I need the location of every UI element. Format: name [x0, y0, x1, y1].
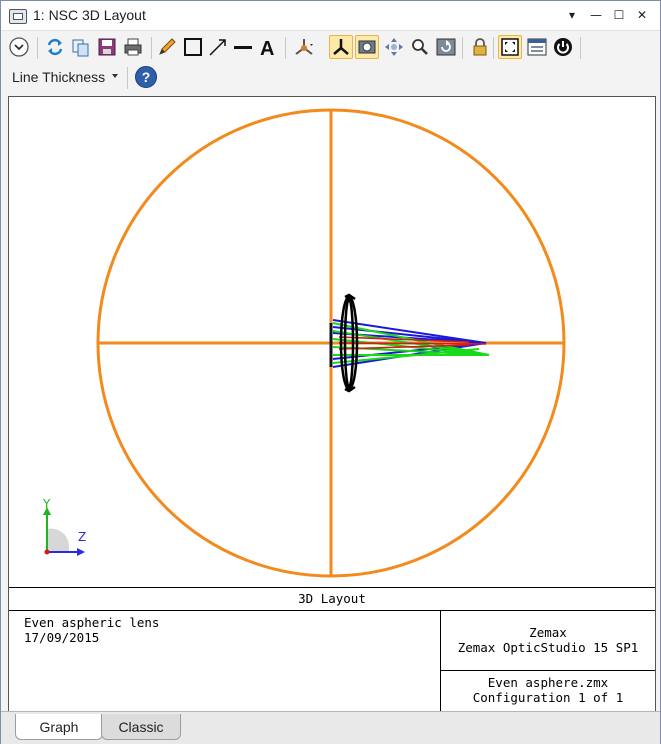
- chevron-down-icon[interactable]: [112, 74, 118, 78]
- rectangle-icon[interactable]: [181, 35, 205, 59]
- reset-view-icon[interactable]: [434, 35, 458, 59]
- toolbar-separator: [462, 37, 463, 59]
- plot-caption: 3D Layout: [9, 587, 655, 611]
- window-app-icon: [9, 9, 27, 24]
- file-name: Even asphere.zmx: [487, 675, 609, 690]
- rotate-icon[interactable]: [292, 35, 316, 59]
- print-icon[interactable]: [121, 35, 145, 59]
- toolbar-separator: [151, 37, 152, 59]
- title-bar: 1: NSC 3D Layout ▾ — ☐ ✕: [1, 1, 660, 31]
- tab-graph[interactable]: Graph: [15, 714, 103, 740]
- lock-icon[interactable]: [468, 35, 492, 59]
- info-company-block: Zemax Zemax OpticStudio 15 SP1: [441, 625, 655, 655]
- fit-icon[interactable]: [498, 35, 522, 59]
- window-menu-button[interactable]: ▾: [561, 6, 583, 24]
- graph-panel: Y Z 3D Layout Even aspheric lens 17/09/2…: [8, 96, 656, 712]
- maximize-button[interactable]: ☐: [608, 6, 630, 24]
- axis-y-label: Y: [43, 497, 51, 511]
- pencil-icon[interactable]: [155, 35, 179, 59]
- info-left-block: Even aspheric lens 17/09/2015: [24, 615, 159, 645]
- line-icon[interactable]: [231, 35, 255, 59]
- window-icon[interactable]: [525, 35, 549, 59]
- expand-icon[interactable]: [7, 35, 31, 59]
- refresh-icon[interactable]: [43, 35, 67, 59]
- company-name: Zemax: [529, 625, 567, 640]
- help-icon[interactable]: ?: [135, 66, 157, 88]
- toolbar-secondary: Line Thickness ?: [1, 63, 660, 93]
- info-file-block: Even asphere.zmx Configuration 1 of 1: [441, 675, 655, 705]
- configuration-label: Configuration 1 of 1: [472, 690, 624, 705]
- toolbar-separator: [285, 37, 286, 59]
- nsc-3d-layout-window: 1: NSC 3D Layout ▾ — ☐ ✕ A Line Thicknes…: [0, 0, 661, 744]
- power-icon[interactable]: [551, 35, 575, 59]
- camera-icon[interactable]: [355, 35, 379, 59]
- info-divider: [440, 670, 655, 671]
- layout-plot: [43, 108, 566, 578]
- toolbar-separator: [37, 37, 38, 59]
- save-icon[interactable]: [95, 35, 119, 59]
- axes-icon[interactable]: [329, 35, 353, 59]
- axis-z-label: Z: [78, 530, 87, 544]
- line-thickness-dropdown[interactable]: Line Thickness: [12, 69, 105, 85]
- software-name: Zemax OpticStudio 15 SP1: [457, 640, 639, 655]
- copy-icon[interactable]: [69, 35, 93, 59]
- arrow-icon[interactable]: [206, 35, 230, 59]
- toolbar-separator: [493, 37, 494, 59]
- pan-icon[interactable]: [382, 35, 406, 59]
- window-title: 1: NSC 3D Layout: [33, 7, 146, 23]
- lens-description: Even aspheric lens: [24, 615, 160, 630]
- toolbar-separator: [580, 37, 581, 59]
- zoom-icon[interactable]: [408, 35, 432, 59]
- minimize-button[interactable]: —: [585, 6, 607, 24]
- report-date: 17/09/2015: [24, 630, 100, 645]
- toolbar-main: A: [1, 31, 660, 63]
- tab-bar: Graph Classic: [1, 711, 660, 744]
- tab-classic[interactable]: Classic: [101, 714, 181, 740]
- svg-text:A: A: [260, 38, 274, 59]
- close-button[interactable]: ✕: [631, 6, 653, 24]
- toolbar-separator: [127, 67, 128, 89]
- text-icon[interactable]: A: [257, 35, 281, 59]
